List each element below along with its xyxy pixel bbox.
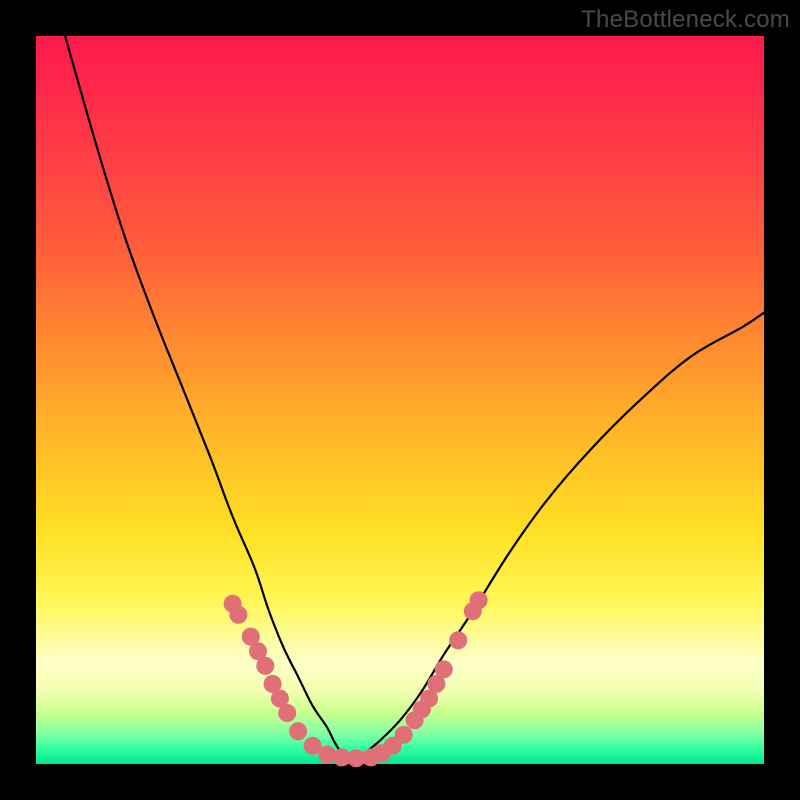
curve-right-branch — [349, 313, 764, 759]
chart-frame: TheBottleneck.com — [0, 0, 800, 800]
marker-dot — [304, 737, 321, 754]
marker-dot — [279, 705, 296, 722]
curve-left-branch — [65, 36, 349, 758]
marker-dot — [470, 592, 487, 609]
marker-dot — [319, 746, 336, 763]
chart-svg — [36, 36, 764, 764]
watermark-text: TheBottleneck.com — [581, 6, 790, 34]
marker-dot — [435, 661, 452, 678]
marker-dot — [450, 632, 467, 649]
plot-area — [36, 36, 764, 764]
marker-group — [224, 592, 487, 767]
marker-dot — [257, 657, 274, 674]
marker-dot — [290, 723, 307, 740]
marker-dot — [395, 726, 412, 743]
marker-dot — [230, 606, 247, 623]
